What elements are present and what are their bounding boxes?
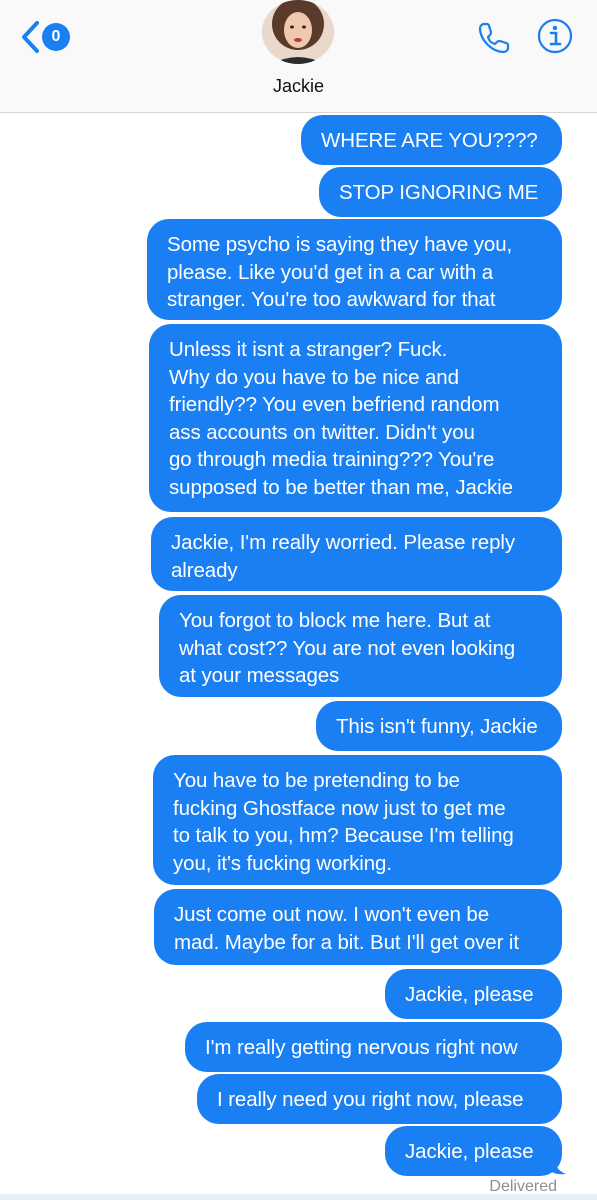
conversation-header: 0 Jackie	[0, 0, 597, 113]
message-thread[interactable]: WHERE ARE YOU???? STOP IGNORING ME Some …	[0, 112, 597, 1200]
avatar[interactable]	[262, 0, 334, 64]
contact-name[interactable]: Jackie	[0, 76, 597, 97]
message-bubble[interactable]: Just come out now. I won't even be mad. …	[154, 889, 562, 965]
back-button[interactable]: 0	[20, 20, 70, 54]
message-bubble[interactable]: WHERE ARE YOU????	[301, 115, 562, 165]
bubble-tail	[546, 1153, 566, 1175]
chevron-left-icon	[22, 21, 39, 53]
message-bubble[interactable]: Jackie, please	[385, 969, 562, 1019]
message-bubble[interactable]: You forgot to block me here. But at what…	[159, 595, 562, 697]
message-bubble[interactable]: STOP IGNORING ME	[319, 167, 562, 217]
phone-icon	[478, 22, 510, 54]
call-button[interactable]	[474, 18, 514, 58]
info-icon	[537, 18, 573, 54]
message-bubble[interactable]: Jackie, I'm really worried. Please reply…	[151, 517, 562, 591]
message-bubble[interactable]: I really need you right now, please	[197, 1074, 562, 1124]
message-bubble[interactable]: Jackie, please	[385, 1126, 562, 1176]
message-bubble[interactable]: This isn't funny, Jackie	[316, 701, 562, 751]
unread-badge: 0	[42, 23, 70, 51]
avatar-image	[262, 0, 334, 64]
message-bubble[interactable]: You have to be pretending to be fucking …	[153, 755, 562, 885]
message-bubble[interactable]: I'm really getting nervous right now	[185, 1022, 562, 1072]
message-bubble[interactable]: Some psycho is saying they have you, ple…	[147, 219, 562, 320]
bottom-edge	[0, 1194, 597, 1200]
info-button[interactable]	[535, 16, 575, 56]
message-bubble[interactable]: Unless it isnt a stranger? Fuck. Why do …	[149, 324, 562, 512]
